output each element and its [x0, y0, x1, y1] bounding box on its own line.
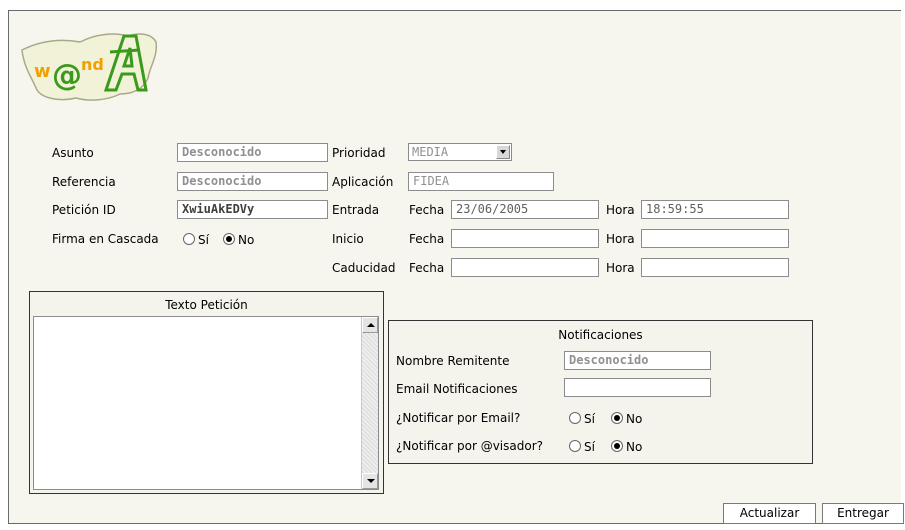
radio-icon[interactable] [569, 440, 581, 452]
aplicacion-label: Aplicación [332, 175, 394, 189]
firma-label: Firma en Cascada [52, 232, 159, 246]
svg-text:@: @ [52, 58, 82, 93]
asunto-field[interactable]: Desconocido [177, 143, 328, 162]
prioridad-value: MEDIA [412, 145, 449, 159]
notificar-visador-label: ¿Notificar por @visador? [396, 439, 543, 453]
chevron-down-icon[interactable] [496, 145, 510, 159]
caducidad-fecha-field[interactable] [451, 258, 599, 277]
entregar-button[interactable]: Entregar [822, 503, 904, 524]
inicio-fecha-label: Fecha [409, 232, 445, 246]
radio-selected-icon[interactable] [223, 233, 235, 245]
entrada-label: Entrada [332, 203, 380, 217]
firma-si-option[interactable]: Sí [183, 232, 209, 248]
radio-selected-icon[interactable] [611, 440, 623, 452]
scroll-down-arrow-icon[interactable] [362, 473, 378, 489]
remitente-field[interactable]: Desconocido [564, 351, 711, 370]
notificaciones-title: Notificaciones [558, 328, 643, 342]
notificar-visador-no-option[interactable]: No [611, 439, 642, 455]
radio-selected-icon[interactable] [611, 412, 623, 424]
caducidad-fecha-label: Fecha [409, 261, 445, 275]
referencia-field[interactable]: Desconocido [177, 172, 328, 191]
peticion-label: Petición ID [52, 203, 116, 217]
referencia-label: Referencia [52, 175, 116, 189]
notificar-visador-si-option[interactable]: Sí [569, 439, 595, 455]
caducidad-hora-label: Hora [606, 261, 635, 275]
notificar-email-si-option[interactable]: Sí [569, 411, 595, 427]
entrada-fecha-label: Fecha [409, 203, 445, 217]
email-field[interactable] [564, 378, 711, 397]
scrollbar[interactable] [361, 317, 378, 489]
radio-icon[interactable] [183, 233, 195, 245]
texto-peticion-textarea[interactable] [33, 316, 379, 490]
texto-peticion-title: Texto Petición [165, 298, 248, 312]
inicio-fecha-field[interactable] [451, 229, 599, 248]
peticion-field[interactable]: XwiuAkEDVy [177, 200, 328, 219]
prioridad-label: Prioridad [332, 146, 386, 160]
wanda-logo: w @ nd [21, 33, 158, 101]
inicio-label: Inicio [332, 232, 364, 246]
asunto-label: Asunto [52, 146, 94, 160]
prioridad-select[interactable]: MEDIA [408, 143, 512, 161]
caducidad-label: Caducidad [332, 261, 396, 275]
notificaciones-panel: Notificaciones Nombre Remitente Desconoc… [388, 320, 813, 464]
email-label: Email Notificaciones [396, 382, 518, 396]
notificar-email-no-option[interactable]: No [611, 411, 642, 427]
remitente-label: Nombre Remitente [396, 354, 510, 368]
inicio-hora-field[interactable] [641, 229, 789, 248]
scroll-up-arrow-icon[interactable] [362, 317, 378, 333]
entrada-hora-label: Hora [606, 203, 635, 217]
notificar-email-label: ¿Notificar por Email? [396, 411, 521, 425]
svg-text:w: w [34, 61, 51, 82]
inicio-hora-label: Hora [606, 232, 635, 246]
actualizar-button[interactable]: Actualizar [723, 503, 816, 524]
firma-no-option[interactable]: No [223, 232, 254, 248]
entrada-hora-field[interactable]: 18:59:55 [641, 200, 789, 219]
svg-text:nd: nd [81, 55, 104, 74]
radio-icon[interactable] [569, 412, 581, 424]
aplicacion-field[interactable]: FIDEA [408, 172, 554, 191]
texto-peticion-panel: Texto Petición [29, 291, 384, 494]
entrada-fecha-field[interactable]: 23/06/2005 [451, 200, 599, 219]
caducidad-hora-field[interactable] [641, 258, 789, 277]
